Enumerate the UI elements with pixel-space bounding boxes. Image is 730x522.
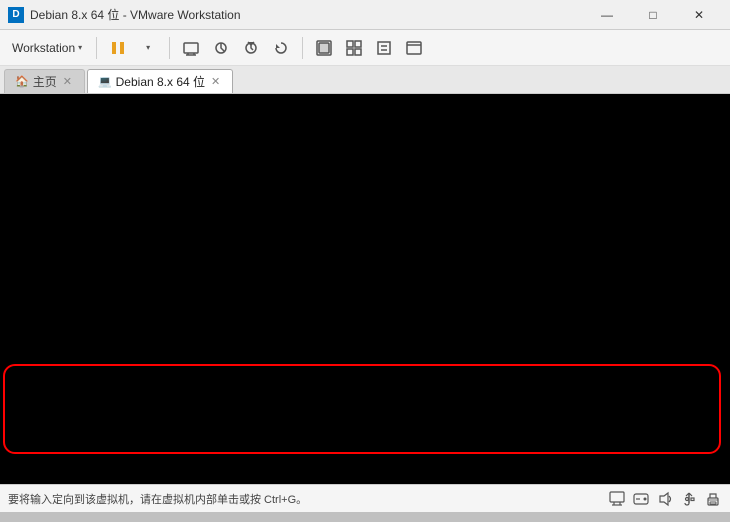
tab-debian-label: Debian 8.x 64 位 (116, 73, 205, 90)
tab-debian[interactable]: 💻 Debian 8.x 64 位 ✕ (87, 69, 233, 93)
tab-home[interactable]: 🏠 主页 ✕ (4, 69, 85, 93)
status-icons (608, 490, 722, 508)
view-btn[interactable] (341, 35, 367, 61)
terminal-line-6 (6, 473, 724, 484)
tab-home-close[interactable]: ✕ (61, 74, 74, 89)
settings-btn[interactable] (401, 35, 427, 61)
usb-status-icon[interactable] (680, 490, 698, 508)
pause-button[interactable] (105, 35, 131, 61)
terminal-line-1 (6, 192, 724, 211)
title-bar-left: D Debian 8.x 64 位 - VMware Workstation (8, 6, 241, 23)
window-controls: — □ ✕ (584, 0, 722, 30)
workstation-dropdown-arrow: ▾ (78, 43, 82, 52)
terminal-line-2 (6, 248, 724, 267)
network-status-icon[interactable] (608, 490, 626, 508)
app-icon: D (8, 7, 24, 23)
close-button[interactable]: ✕ (676, 0, 722, 30)
hdd-status-icon[interactable] (632, 490, 650, 508)
home-icon: 🏠 (15, 75, 29, 88)
separator-3 (302, 37, 303, 59)
terminal-area[interactable]: root@debian:~# apt-get update Ign file: … (0, 94, 730, 484)
minimize-button[interactable]: — (584, 0, 630, 30)
maximize-button[interactable]: □ (630, 0, 676, 30)
separator-2 (169, 37, 170, 59)
terminal-line-4 (6, 361, 724, 380)
fullscreen-btn[interactable] (311, 35, 337, 61)
snapshot2-icon-btn[interactable] (238, 35, 264, 61)
unity-btn[interactable] (371, 35, 397, 61)
title-bar: D Debian 8.x 64 位 - VMware Workstation —… (0, 0, 730, 30)
workstation-label: Workstation (12, 41, 75, 55)
terminal-output: root@debian:~# apt-get update Ign file: … (0, 94, 730, 484)
sound-status-icon[interactable] (656, 490, 674, 508)
status-bar: 要将输入定向到该虚拟机，请在虚拟机内部单击或按 Ctrl+G。 (0, 484, 730, 512)
vm-icon-btn[interactable] (178, 35, 204, 61)
workstation-menu[interactable]: Workstation ▾ (6, 38, 88, 58)
debian-icon: 💻 (98, 75, 112, 88)
terminal-line-5 (6, 417, 724, 436)
separator-1 (96, 37, 97, 59)
toolbar: Workstation ▾ ▾ (0, 30, 730, 66)
printer-status-icon[interactable] (704, 490, 722, 508)
tab-home-label: 主页 (33, 73, 57, 90)
window-title: Debian 8.x 64 位 - VMware Workstation (30, 6, 241, 23)
terminal-line-0 (6, 136, 724, 155)
terminal-line-3 (6, 304, 724, 323)
snapshot-icon-btn[interactable] (208, 35, 234, 61)
tab-bar: 🏠 主页 ✕ 💻 Debian 8.x 64 位 ✕ (0, 66, 730, 94)
tab-debian-close[interactable]: ✕ (209, 74, 222, 89)
restore-icon-btn[interactable] (268, 35, 294, 61)
play-dropdown[interactable]: ▾ (135, 35, 161, 61)
status-message: 要将输入定向到该虚拟机，请在虚拟机内部单击或按 Ctrl+G。 (8, 491, 307, 507)
